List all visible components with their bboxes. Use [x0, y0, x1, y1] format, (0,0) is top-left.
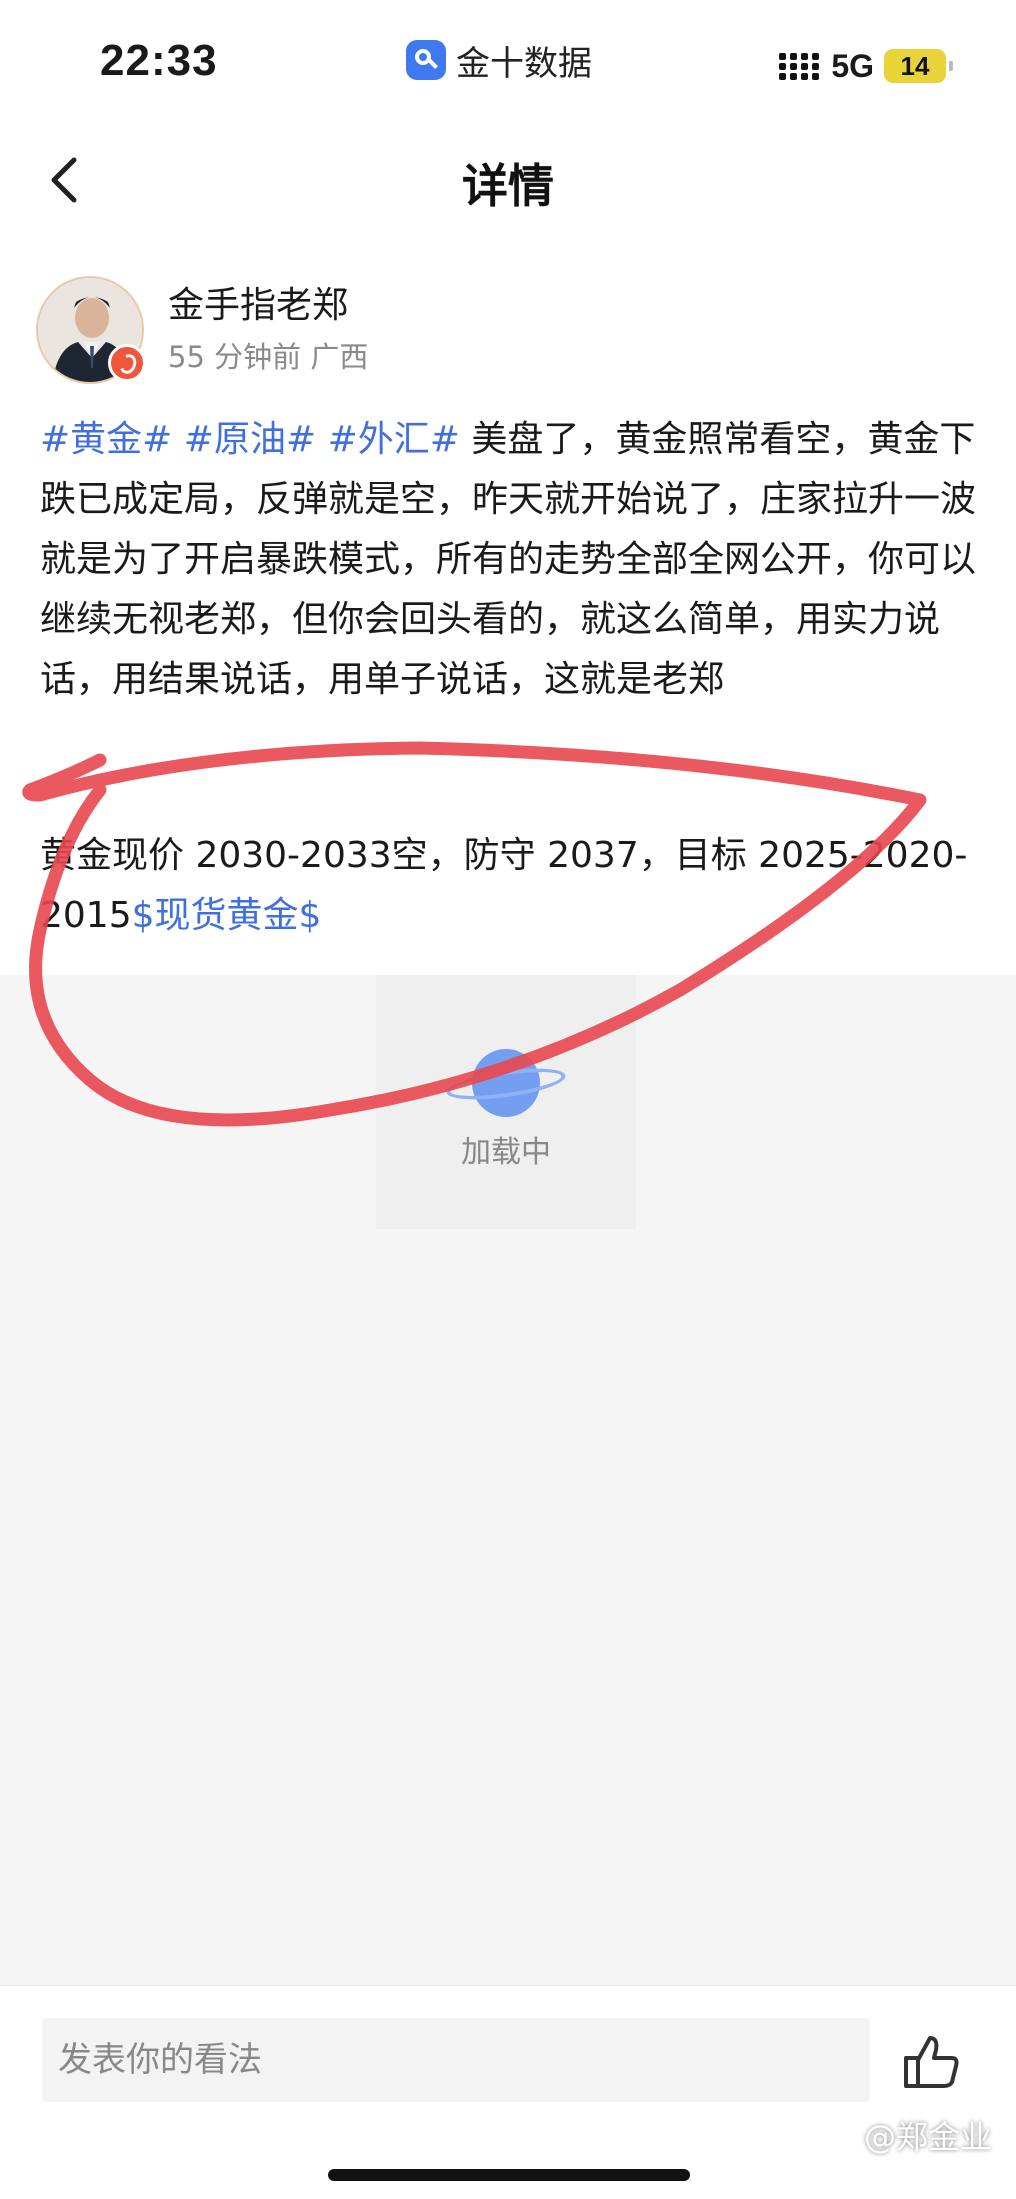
app-search-icon — [406, 40, 446, 80]
status-app-name: 金十数据 — [456, 43, 592, 84]
signal-icon — [779, 52, 820, 80]
page-title: 详情 — [462, 159, 554, 213]
status-time: 22:33 — [100, 36, 218, 85]
loading-text: 加载中 — [461, 1135, 551, 1170]
author-name[interactable]: 金手指老郑 — [168, 276, 348, 328]
network-label: 5G — [831, 47, 874, 84]
comment-input[interactable] — [42, 2018, 870, 2102]
verified-badge-icon — [108, 344, 146, 382]
status-bar: 22:33 金十数据 5G 14 — [0, 0, 1016, 120]
post-content: #黄金# #原油# #外汇# 美盘了，黄金照常看空，黄金下跌已成定局，反弹就是空… — [40, 410, 980, 710]
status-right: 5G 14 — [779, 46, 953, 86]
loading-area: 加载中 — [0, 975, 1016, 1985]
like-button[interactable] — [900, 2030, 964, 2094]
watermark: @郑金业 — [863, 2118, 992, 2156]
tag-forex[interactable]: #外汇# — [328, 419, 460, 460]
nav-bar: 详情 — [0, 130, 1016, 230]
post-text: 美盘了，黄金照常看空，黄金下跌已成定局，反弹就是空，昨天就开始说了，庄家拉升一波… — [40, 419, 977, 700]
author-header: 金手指老郑 55 分钟前 广西 — [36, 272, 936, 388]
comment-bar: @郑金业 — [0, 1985, 1016, 2199]
battery-icon: 14 — [884, 49, 953, 83]
loading-indicator: 加载中 — [376, 975, 636, 1229]
post-time: 55 分钟前 — [168, 340, 302, 374]
tag-gold[interactable]: #黄金# — [40, 419, 172, 460]
tag-oil[interactable]: #原油# — [184, 419, 316, 460]
home-indicator[interactable] — [328, 2169, 690, 2181]
author-meta: 55 分钟前 广西 — [168, 334, 368, 376]
status-app-indicator[interactable]: 金十数据 — [406, 36, 592, 84]
post-trade-line: 黄金现价 2030-2033空，防守 2037，目标 2025-2020-201… — [40, 826, 980, 946]
screen: 22:33 金十数据 5G 14 详情 金手指老郑 55 分钟前 广西 #黄金#… — [0, 0, 1016, 2199]
thumbs-up-icon — [904, 2036, 959, 2088]
post-location: 广西 — [310, 340, 369, 374]
instrument-tag[interactable]: $现货黄金$ — [132, 895, 322, 936]
